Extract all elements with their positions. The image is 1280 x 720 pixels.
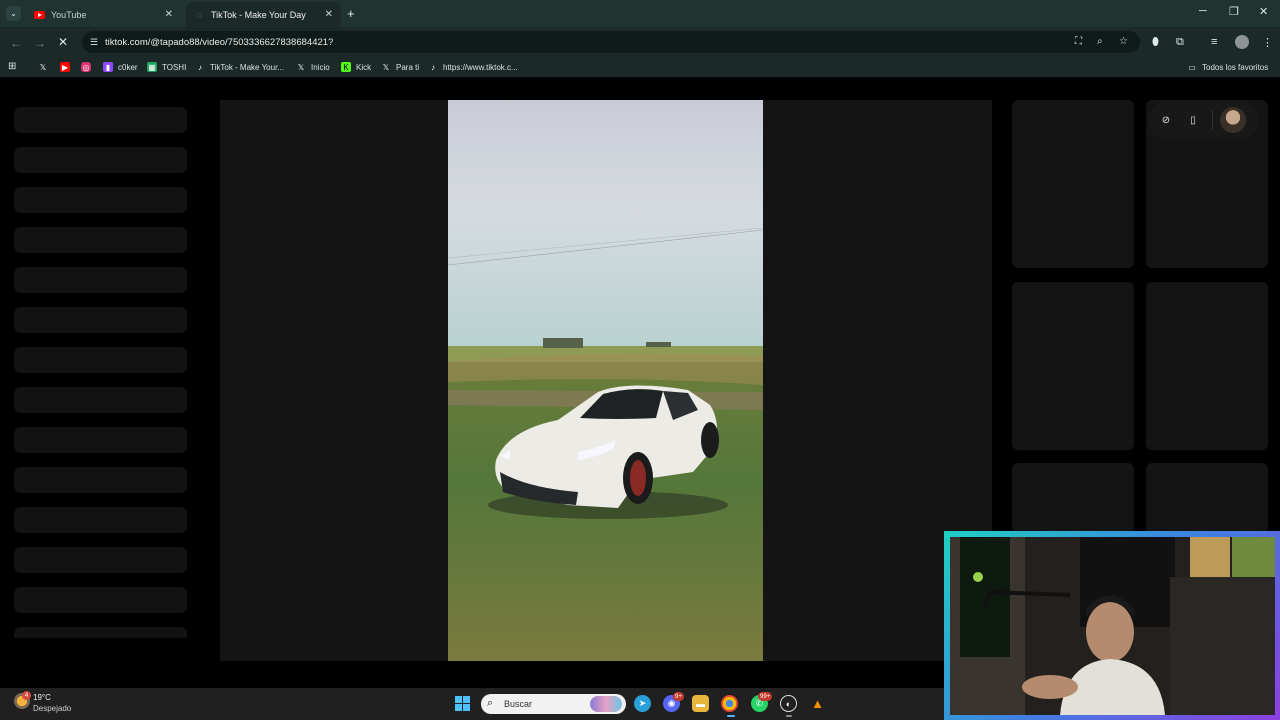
menu-icon[interactable]: ⋮ [1262,36,1273,49]
bookmark-tiktok[interactable]: ♪ TikTok - Make Your... [195,61,284,73]
tab-tiktok[interactable]: ◌ TikTok - Make Your Day ✕ [186,2,341,27]
weather-temp[interactable]: 19°C [33,693,51,702]
video-frame [448,100,763,661]
shield-icon[interactable]: ⬮ [1152,36,1159,49]
x-icon: 𝕏 [297,62,305,72]
whatsapp-badge: 99+ [758,692,773,701]
active-app-indicator [727,715,735,717]
vlc-icon[interactable]: ▲ [809,695,826,712]
app-indicator [786,715,792,717]
file-explorer-icon[interactable]: ▬ [692,695,709,712]
sheets-icon: ▦ [147,62,157,72]
weather-badge: 4 [22,691,31,700]
close-window-icon[interactable]: ✕ [1259,5,1268,18]
recommendation-card[interactable] [1012,282,1134,450]
recommendation-card[interactable] [1012,100,1134,268]
search-highlight-image [590,696,622,712]
bookmark-star-icon[interactable]: ☆ [1119,36,1128,47]
bookmark-para-ti[interactable]: 𝕏 Para ti [381,61,419,73]
twitch-icon: ▮ [103,62,113,72]
recommendation-card[interactable] [1146,282,1268,450]
extensions-icon[interactable]: ⧉ [1176,36,1184,49]
phone-icon[interactable]: ▯ [1187,114,1199,126]
recommendation-card[interactable] [1012,463,1134,533]
close-icon[interactable]: ✕ [165,9,173,20]
webcam-feed [950,537,1275,715]
chevron-down-icon: ⌄ [10,9,17,18]
tiktok-coin-icon[interactable]: ⊘ [1160,114,1172,126]
sidebar-skeleton [14,107,187,133]
windows-taskbar [0,688,944,720]
bookmark-x[interactable]: 𝕏 [38,61,53,73]
sidebar-skeleton [14,227,187,253]
tab-title: TikTok - Make Your Day [211,9,306,20]
avatar[interactable] [1220,107,1246,133]
obs-icon[interactable]: ◐ [780,695,797,712]
sidebar-skeleton [14,547,187,573]
sidebar-skeleton [14,587,187,613]
stop-loading-icon[interactable]: ✕ [58,35,68,49]
x-icon: 𝕏 [39,62,47,72]
youtube-icon [34,9,45,20]
recommendation-card[interactable] [1146,463,1268,533]
bookmark-tiktok-url[interactable]: ♪ https://www.tiktok.c... [428,61,518,73]
tab-title: YouTube [51,9,87,20]
url-text[interactable]: tiktok.com/@tapado88/video/7503336627838… [105,37,333,48]
weather-desc[interactable]: Despejado [33,704,71,713]
profile-avatar[interactable] [1235,35,1249,49]
windows-start-button[interactable] [455,696,470,711]
search-icon: ⌕ [487,697,494,709]
youtube-icon: ▶ [60,62,70,72]
bookmark-kick[interactable]: K Kick [341,61,371,73]
all-bookmarks[interactable]: ▭ Todos los favoritos [1187,61,1268,73]
bookmark-instagram[interactable]: ◎ [81,61,96,73]
x-icon: 𝕏 [382,62,390,72]
sidebar-skeleton [14,467,187,493]
new-tab-button[interactable]: + [347,6,355,21]
close-icon[interactable]: ✕ [325,9,333,20]
sidebar-skeleton [14,267,187,293]
sidebar-skeleton [14,147,187,173]
sidebar-skeleton [14,187,187,213]
zoom-icon[interactable]: ⌕ [1097,36,1103,47]
sidebar-skeleton [14,387,187,413]
tab-search-button[interactable]: ⌄ [6,6,21,21]
bookmark-youtube[interactable]: ▶ [60,61,75,73]
telegram-icon[interactable]: ➤ [634,695,651,712]
apps-grid-icon[interactable]: ⊞ [8,61,16,72]
sidebar-skeleton [14,507,187,533]
discord-badge: 9+ [673,692,684,701]
sidebar-skeleton [14,307,187,333]
chrome-icon[interactable] [721,695,738,712]
sidebar-skeleton [14,627,187,638]
kick-icon: K [341,62,351,72]
sidebar-skeleton [14,427,187,453]
tab-youtube[interactable]: YouTube ✕ [26,2,181,27]
loading-icon: ◌ [196,9,203,20]
restore-icon[interactable]: ❐ [1229,5,1239,18]
pill-divider [1212,110,1213,130]
folder-icon: ▭ [1188,62,1196,72]
tiktok-icon: ♪ [431,62,435,72]
bookmarks-bar [0,57,1280,77]
tiktok-icon: ♪ [198,62,202,72]
back-icon[interactable]: ← [10,36,22,50]
media-icon[interactable]: ≡ [1211,36,1217,48]
minimize-icon[interactable]: ─ [1199,5,1207,17]
bookmark-toshi[interactable]: ▦ TOSHI [147,61,186,73]
sidebar-skeleton [14,347,187,373]
forward-icon[interactable]: → [34,36,46,50]
bookmark-inicio[interactable]: 𝕏 Inicio [296,61,330,73]
search-placeholder[interactable]: Buscar [504,699,532,709]
webcam-overlay [950,537,1275,715]
instagram-icon: ◎ [81,62,91,72]
video-player[interactable] [448,100,763,661]
translate-icon[interactable]: ⛶ [1075,36,1082,47]
bookmark-c0ker[interactable]: ▮ c0ker [103,61,138,73]
site-info-icon[interactable]: ☰ [87,35,101,49]
